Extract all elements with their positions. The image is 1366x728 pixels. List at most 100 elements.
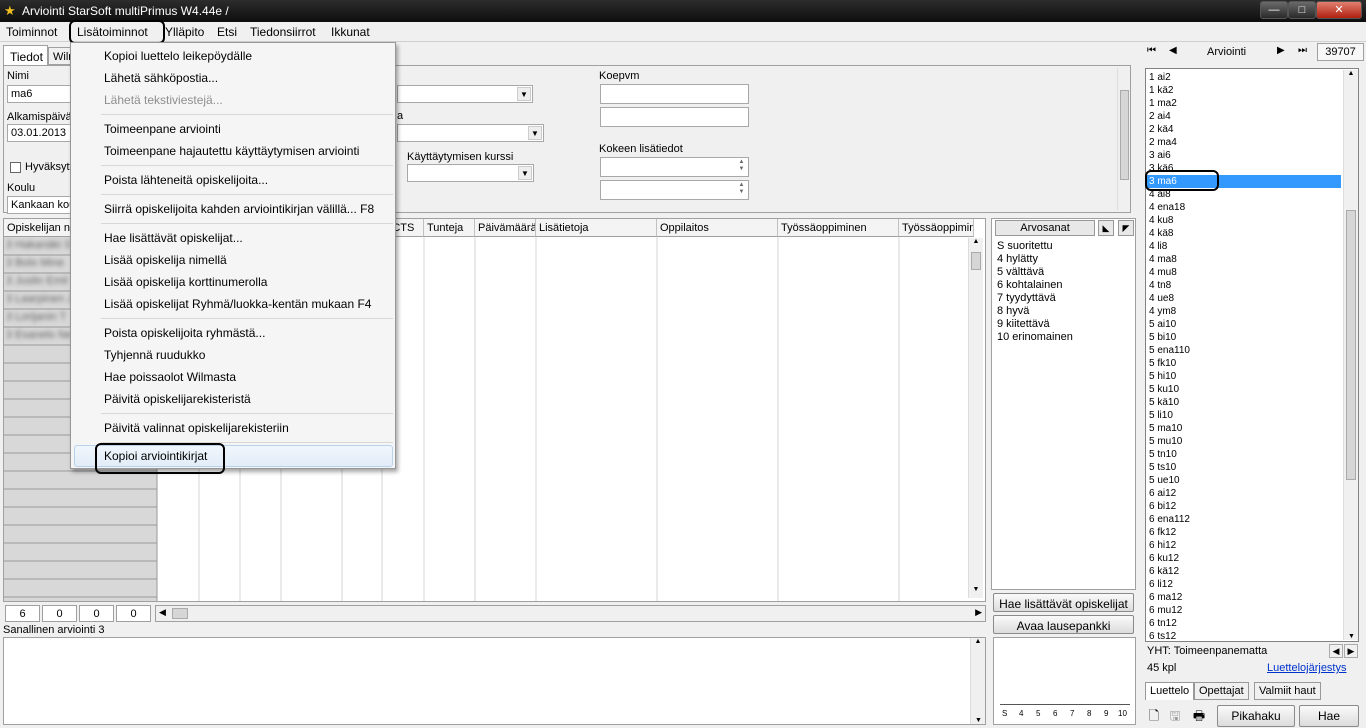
hyvaksytty-checkbox[interactable] bbox=[10, 162, 21, 173]
next-record-icon[interactable]: ▶ bbox=[1277, 45, 1285, 56]
menu-lisaa-korttinumerolla[interactable]: Lisää opiskelija korttinumerolla bbox=[104, 275, 267, 289]
list-item[interactable]: 5 ai10 bbox=[1149, 318, 1176, 331]
menu-lisaa-ryhma-luokka[interactable]: Lisää opiskelijat Ryhmä/luokka-kentän mu… bbox=[104, 297, 371, 311]
spinner-icon[interactable]: ▲ ▼ bbox=[736, 159, 747, 174]
list-item[interactable]: 6 ai12 bbox=[1149, 487, 1176, 500]
form-scrollbar[interactable] bbox=[1117, 68, 1130, 210]
menu-ikkunat[interactable]: Ikkunat bbox=[331, 25, 370, 39]
list-item[interactable]: 5 fk10 bbox=[1149, 357, 1176, 370]
grade-item[interactable]: S suoritettu bbox=[997, 240, 1053, 252]
grid-vertical-scrollbar[interactable]: ▲ ▼ bbox=[968, 238, 983, 598]
menu-poista-lahteneita[interactable]: Poista lähteneitä opiskelijoita... bbox=[104, 173, 268, 187]
menu-toimeenpane-arviointi[interactable]: Toimeenpane arviointi bbox=[104, 122, 221, 136]
menu-yllapito[interactable]: Ylläpito bbox=[165, 25, 204, 39]
list-item[interactable]: 6 mu12 bbox=[1149, 604, 1182, 617]
kayttaytymisen-kurssi-select[interactable]: ▼ bbox=[407, 164, 534, 182]
list-item[interactable]: 3 ai6 bbox=[1149, 149, 1171, 162]
list-item[interactable]: 5 ena110 bbox=[1149, 344, 1190, 357]
list-item[interactable]: 5 ue10 bbox=[1149, 474, 1180, 487]
menu-siirra-opiskelijoita[interactable]: Siirrä opiskelijoita kahden arviointikir… bbox=[104, 202, 374, 216]
table-row[interactable]: 3 Bolo Mine bbox=[6, 257, 64, 269]
maximize-button[interactable]: □ bbox=[1288, 1, 1316, 19]
tab-wilma[interactable]: Wilma bbox=[48, 47, 72, 65]
kokeen-lisatiedot-field[interactable]: ▲ ▼ bbox=[600, 157, 749, 177]
menu-paivita-valinnat[interactable]: Päivitä valinnat opiskelijarekisteriin bbox=[104, 421, 289, 435]
sanallinen-arviointi-textarea[interactable]: ▲ ▼ bbox=[3, 637, 986, 725]
table-row[interactable]: 3 Laarpinen J bbox=[6, 293, 73, 305]
list-item[interactable]: 4 ena18 bbox=[1149, 201, 1185, 214]
list-item[interactable]: 1 ai2 bbox=[1149, 71, 1171, 84]
grid-horizontal-scrollbar[interactable]: ◀ ▶ bbox=[155, 605, 986, 622]
list-item[interactable]: 6 ena112 bbox=[1149, 513, 1190, 526]
list-item[interactable]: 5 bi10 bbox=[1149, 331, 1176, 344]
menu-tiedonsiirrot[interactable]: Tiedonsiirrot bbox=[250, 25, 316, 39]
list-item[interactable]: 6 ku12 bbox=[1149, 552, 1179, 565]
list-item[interactable]: 6 kä12 bbox=[1149, 565, 1179, 578]
list-item[interactable]: 1 ma2 bbox=[1149, 97, 1177, 110]
alkamispaiva-field[interactable]: 03.01.2013 bbox=[7, 124, 73, 142]
tab-tiedot[interactable]: Tiedot bbox=[3, 45, 48, 65]
list-item[interactable]: 4 tn8 bbox=[1149, 279, 1171, 292]
list-item[interactable]: 5 li10 bbox=[1149, 409, 1173, 422]
col-tyossaoppiminen[interactable]: Työssäoppiminen bbox=[778, 219, 899, 237]
avaa-lausepankki-button[interactable]: Avaa lausepankki bbox=[993, 615, 1134, 634]
menu-etsi[interactable]: Etsi bbox=[217, 25, 237, 39]
hae-button[interactable]: Hae bbox=[1299, 705, 1359, 727]
col-paivamaara[interactable]: Päivämäärä bbox=[475, 219, 536, 237]
prev-record-icon[interactable]: ◀ bbox=[1169, 45, 1177, 56]
tab-valmiit-haut[interactable]: Valmiit haut bbox=[1254, 682, 1321, 700]
list-scrollbar[interactable]: ▲ ▼ bbox=[1343, 70, 1358, 640]
menu-poista-ryhmasta[interactable]: Poista opiskelijoita ryhmästä... bbox=[104, 326, 265, 340]
list-item[interactable]: 4 ku8 bbox=[1149, 214, 1173, 227]
tab-opettajat[interactable]: Opettajat bbox=[1194, 682, 1249, 700]
menu-kopioi-luettelo[interactable]: Kopioi luettelo leikepöydälle bbox=[104, 49, 252, 63]
col-oppilaitos[interactable]: Oppilaitos bbox=[657, 219, 778, 237]
list-item[interactable]: 4 ma8 bbox=[1149, 253, 1177, 266]
grade-scale[interactable]: S 4 5 6 7 8 9 10 bbox=[1000, 700, 1130, 720]
koulu-field[interactable]: Kankaan koulu bbox=[7, 196, 73, 214]
list-item[interactable]: 5 ku10 bbox=[1149, 383, 1179, 396]
print-icon[interactable]: 🖶 bbox=[1191, 708, 1207, 724]
list-item[interactable]: 2 kä4 bbox=[1149, 123, 1173, 136]
list-item[interactable]: 6 li12 bbox=[1149, 578, 1173, 591]
nimi-field[interactable]: ma6 bbox=[7, 85, 73, 103]
save-icon[interactable]: 🖫 bbox=[1167, 708, 1183, 724]
list-item[interactable]: 4 kä8 bbox=[1149, 227, 1173, 240]
list-item[interactable]: 2 ai4 bbox=[1149, 110, 1171, 123]
koepvm-field[interactable] bbox=[600, 84, 749, 104]
grade-item[interactable]: 6 kohtalainen bbox=[997, 279, 1062, 291]
list-item[interactable]: 5 hi10 bbox=[1149, 370, 1176, 383]
menu-tyhjenna-ruudukko[interactable]: Tyhjennä ruudukko bbox=[104, 348, 205, 362]
list-item[interactable]: 4 mu8 bbox=[1149, 266, 1177, 279]
list-item[interactable]: 5 kä10 bbox=[1149, 396, 1179, 409]
kokeen-lisatiedot-field-2[interactable]: ▲ ▼ bbox=[600, 180, 749, 200]
menu-toimeenpane-hajautettu[interactable]: Toimeenpane hajautettu käyttäytymisen ar… bbox=[104, 144, 359, 158]
table-row[interactable]: 3 Hakanäki S bbox=[6, 239, 71, 251]
col-tunteja[interactable]: Tunteja bbox=[424, 219, 475, 237]
list-item[interactable]: 2 ma4 bbox=[1149, 136, 1177, 149]
list-item[interactable]: 4 ue8 bbox=[1149, 292, 1174, 305]
list-item[interactable]: 6 hi12 bbox=[1149, 539, 1176, 552]
list-item[interactable]: 5 ts10 bbox=[1149, 461, 1176, 474]
menu-hae-poissaolot[interactable]: Hae poissaolot Wilmasta bbox=[104, 370, 236, 384]
spinner-icon[interactable]: ▲ ▼ bbox=[736, 182, 747, 197]
scroll-right-icon[interactable]: ▶ bbox=[975, 607, 982, 618]
col-tyossaoppiminen-2[interactable]: Työssäoppiminen bbox=[899, 219, 974, 237]
menu-toiminnot[interactable]: Toiminnot bbox=[6, 25, 57, 39]
arrow-corner-icon[interactable]: ◣ bbox=[1098, 220, 1114, 236]
table-row[interactable]: 3 Lorijanin T bbox=[6, 311, 66, 323]
grade-item[interactable]: 10 erinomainen bbox=[997, 331, 1073, 343]
scroll-left-icon[interactable]: ◀ bbox=[159, 607, 166, 618]
scroll-left-icon[interactable]: ◀ bbox=[1329, 644, 1343, 658]
list-item[interactable]: 5 ma10 bbox=[1149, 422, 1182, 435]
grade-item[interactable]: 8 hyvä bbox=[997, 305, 1029, 317]
last-record-icon[interactable]: ⏭ bbox=[1298, 45, 1307, 56]
first-record-icon[interactable]: ⏮ bbox=[1147, 45, 1156, 56]
scroll-right-icon[interactable]: ▶ bbox=[1344, 644, 1358, 658]
dropdown-field-1[interactable]: ▼ bbox=[397, 85, 533, 103]
hae-lisattavat-button[interactable]: Hae lisättävät opiskelijat bbox=[993, 593, 1134, 612]
koepvm-field-2[interactable] bbox=[600, 107, 749, 127]
list-item[interactable]: 5 mu10 bbox=[1149, 435, 1182, 448]
menu-paivita-rekisterista[interactable]: Päivitä opiskelijarekisteristä bbox=[104, 392, 251, 406]
col-lisatietoja[interactable]: Lisätietoja bbox=[536, 219, 657, 237]
